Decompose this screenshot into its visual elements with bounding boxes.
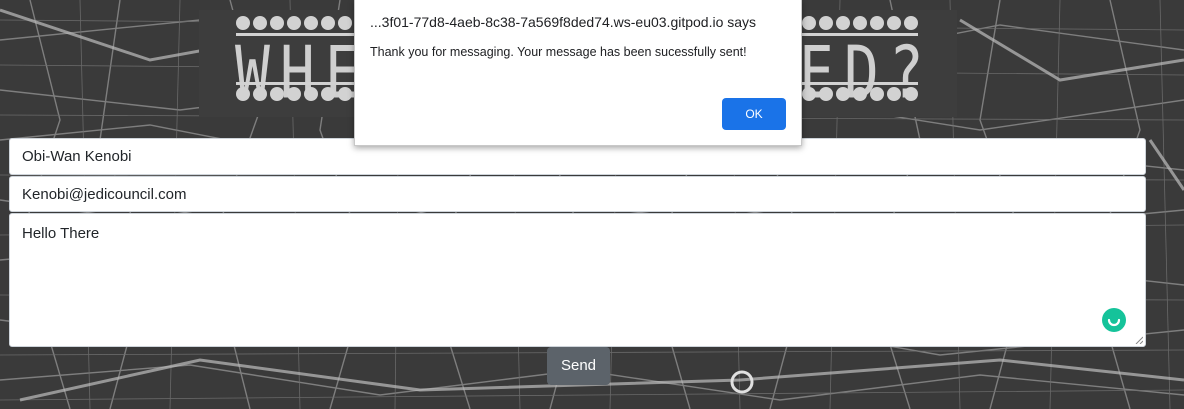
send-button[interactable]: Send [547, 347, 610, 385]
grammarly-icon[interactable] [1102, 308, 1126, 332]
dialog-message: Thank you for messaging. Your message ha… [370, 45, 747, 59]
resize-grip-icon[interactable] [1135, 336, 1143, 344]
email-input[interactable]: Kenobi@jedicouncil.com [9, 176, 1146, 212]
message-text: Hello There [22, 225, 100, 242]
dialog-origin-title: ...3f01-77d8-4aeb-8c38-7a569f8ded74.ws-e… [370, 14, 757, 30]
banner-dots-bottom-right [802, 87, 918, 101]
banner-dots-top-left [236, 16, 352, 30]
alert-dialog: ...3f01-77d8-4aeb-8c38-7a569f8ded74.ws-e… [354, 0, 802, 146]
message-textarea[interactable]: Hello There [9, 213, 1146, 347]
ok-button[interactable]: OK [722, 98, 786, 130]
banner-dots-bottom-left [236, 87, 352, 101]
banner-dots-top-right [802, 16, 918, 30]
